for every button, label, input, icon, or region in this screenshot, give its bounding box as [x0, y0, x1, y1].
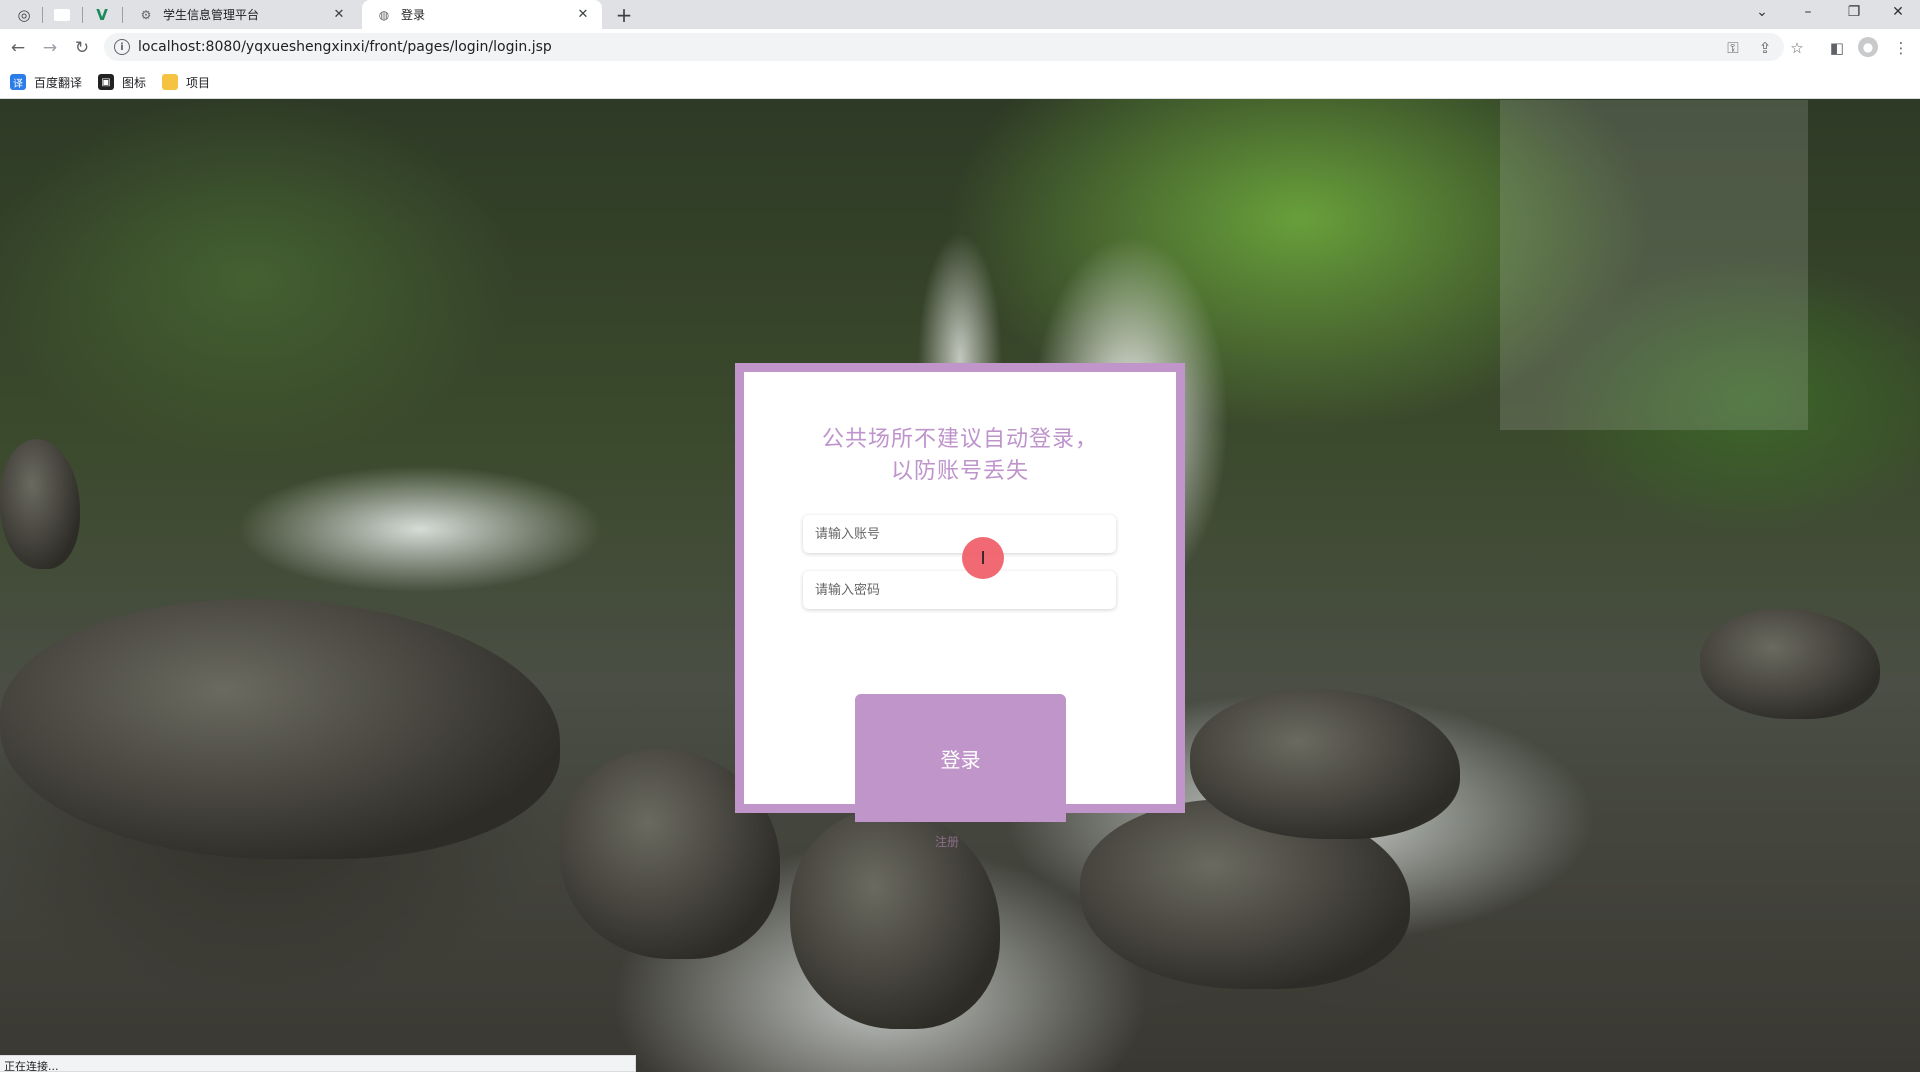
minimize-button[interactable]: –: [1786, 0, 1830, 24]
close-tab-icon[interactable]: ✕: [574, 6, 592, 24]
page-background: 公共场所不建议自动登录， 以防账号丢失 登录 注册 I: [0, 99, 1920, 1072]
password-input[interactable]: [803, 571, 1116, 609]
background-rock: [0, 599, 560, 859]
tab-separator: [122, 7, 123, 23]
arrow-right-icon: →: [42, 38, 58, 58]
faded-overlay-panel: [1500, 100, 1808, 430]
text-cursor-icon: I: [980, 547, 986, 569]
background-rock: [1190, 689, 1460, 839]
username-input[interactable]: [803, 515, 1116, 553]
pinned-tab-globe[interactable]: ◎: [6, 4, 42, 26]
login-title-line-1: 公共场所不建议自动登录，: [821, 427, 1098, 452]
bookmark-star-icon[interactable]: ☆: [1786, 38, 1808, 58]
vue-logo-icon: V: [96, 6, 108, 24]
tab-strip: ◎ V ⚙ 学生信息管理平台 ✕ ◍ 登录 ✕ + ⌄ – ❐ ✕: [0, 0, 1920, 29]
background-rock: [790, 809, 1000, 1029]
globe-favicon-icon: ◍: [378, 7, 390, 22]
pinned-tab-vue[interactable]: V: [84, 4, 120, 26]
status-bar: 正在连接...: [0, 1055, 636, 1072]
menu-kebab-icon[interactable]: ⋮: [1890, 38, 1912, 58]
bookmark-label: 项目: [186, 75, 211, 90]
tab-search-chevron-icon[interactable]: ⌄: [1740, 0, 1784, 24]
blank-page-icon: [54, 9, 70, 21]
folder-icon: [162, 74, 178, 90]
close-tab-icon[interactable]: ✕: [330, 6, 348, 24]
login-button[interactable]: 登录: [855, 694, 1066, 822]
bookmark-folder-project[interactable]: 项目: [162, 73, 210, 91]
settings-favicon-icon: ⚙: [140, 7, 152, 22]
background-rock: [1700, 609, 1880, 719]
text-cursor-highlight: I: [962, 537, 1004, 579]
key-icon[interactable]: ⚿: [1722, 38, 1744, 58]
browser-toolbar: ← → ↻ i localhost:8080/yqxueshengxinxi/f…: [0, 29, 1920, 66]
restore-button[interactable]: ❐: [1832, 0, 1876, 24]
arrow-left-icon: ←: [10, 38, 26, 58]
forward-button[interactable]: →: [37, 35, 63, 61]
bookmark-baidu-translate[interactable]: 译 百度翻译: [10, 73, 82, 91]
profile-avatar-icon[interactable]: ●: [1858, 37, 1878, 57]
tab-student-platform[interactable]: ⚙ 学生信息管理平台 ✕: [124, 0, 358, 29]
side-panel-icon[interactable]: ◧: [1826, 38, 1848, 58]
reload-button[interactable]: ↻: [69, 35, 95, 61]
tab-login[interactable]: ◍ 登录 ✕: [362, 0, 602, 29]
bookmark-label: 百度翻译: [34, 75, 83, 90]
site-info-icon[interactable]: i: [114, 39, 130, 55]
background-rock: [0, 439, 80, 569]
image-icon: ▣: [98, 74, 114, 90]
globe-icon: ◎: [17, 6, 31, 24]
bookmark-label: 图标: [122, 75, 147, 90]
bookmarks-bar: 译 百度翻译 ▣ 图标 项目: [0, 66, 1920, 99]
login-title-line-2: 以防账号丢失: [890, 459, 1029, 484]
register-link[interactable]: 注册: [935, 833, 959, 850]
tab-separator: [42, 7, 43, 23]
tab-title: 登录: [401, 8, 426, 22]
address-bar[interactable]: i localhost:8080/yqxueshengxinxi/front/p…: [104, 33, 1784, 61]
close-window-button[interactable]: ✕: [1876, 0, 1920, 24]
login-title: 公共场所不建议自动登录， 以防账号丢失: [744, 424, 1176, 488]
back-button[interactable]: ←: [5, 35, 31, 61]
url-text[interactable]: localhost:8080/yqxueshengxinxi/front/pag…: [138, 39, 552, 55]
login-card: 公共场所不建议自动登录， 以防账号丢失 登录: [735, 363, 1185, 822]
reload-icon: ↻: [74, 38, 90, 58]
tab-separator: [82, 7, 83, 23]
share-icon[interactable]: ⇪: [1754, 38, 1776, 58]
tab-title: 学生信息管理平台: [163, 8, 260, 22]
pinned-tab-blank[interactable]: [44, 4, 80, 26]
new-tab-button[interactable]: +: [612, 3, 636, 27]
bookmark-icons[interactable]: ▣ 图标: [98, 73, 146, 91]
translate-icon: 译: [10, 74, 26, 90]
